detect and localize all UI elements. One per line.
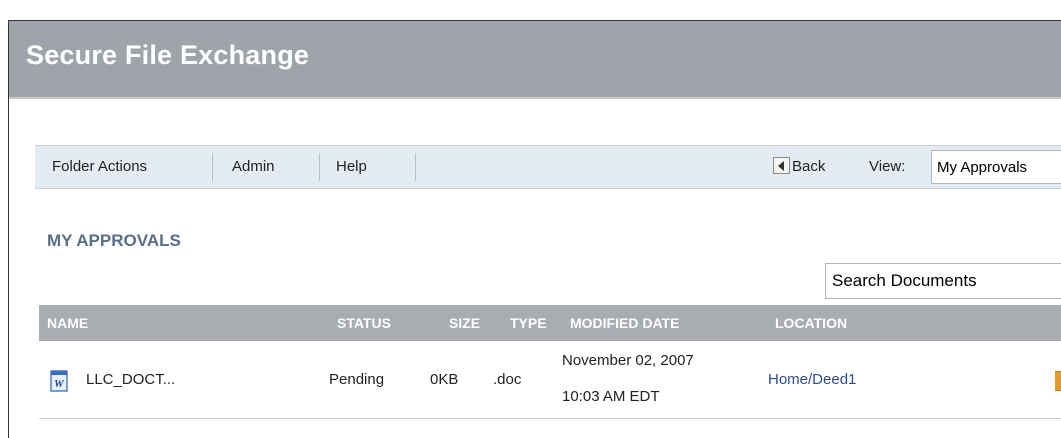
column-header-size[interactable]: SIZE bbox=[449, 305, 480, 341]
folder-action-icon[interactable] bbox=[1055, 371, 1061, 391]
file-name[interactable]: LLC_DOCT... bbox=[86, 371, 175, 388]
modified-date: November 02, 2007 bbox=[562, 352, 694, 369]
column-header-location[interactable]: LOCATION bbox=[775, 305, 847, 341]
menu-separator bbox=[415, 153, 416, 181]
file-size: 0KB bbox=[430, 371, 459, 388]
menu-help[interactable]: Help bbox=[336, 146, 367, 188]
app-title: Secure File Exchange bbox=[26, 40, 310, 70]
location-link[interactable]: Home/Deed1 bbox=[768, 371, 856, 388]
back-arrow-icon bbox=[773, 157, 790, 174]
menu-separator bbox=[319, 153, 320, 181]
column-header-name[interactable]: NAME bbox=[47, 305, 88, 341]
menu-admin[interactable]: Admin bbox=[232, 146, 275, 188]
menu-separator bbox=[212, 153, 213, 181]
column-header-modified-date[interactable]: MODIFIED DATE bbox=[570, 305, 679, 341]
column-header-type[interactable]: TYPE bbox=[510, 305, 547, 341]
word-document-icon: W bbox=[50, 370, 68, 392]
back-label: Back bbox=[792, 158, 826, 175]
view-select[interactable]: My Approvals bbox=[931, 150, 1061, 184]
back-button[interactable]: Back bbox=[773, 146, 825, 188]
title-bar: Secure File Exchange bbox=[9, 21, 1061, 99]
svg-text:W: W bbox=[54, 378, 65, 390]
app-window: Secure File Exchange Folder Actions Admi… bbox=[8, 20, 1061, 438]
menu-bar: Folder Actions Admin Help Back View: My … bbox=[35, 145, 1061, 189]
file-type: .doc bbox=[493, 371, 522, 388]
page-title: MY APPROVALS bbox=[47, 231, 181, 250]
menu-folder-actions[interactable]: Folder Actions bbox=[52, 146, 147, 188]
search-input[interactable]: Search Documents bbox=[825, 263, 1061, 299]
table-row[interactable]: W LLC_DOCT... Pending 0KB .doc November … bbox=[39, 342, 1061, 419]
view-label: View: bbox=[869, 158, 906, 175]
file-status: Pending bbox=[329, 371, 385, 388]
table-header: NAME STATUS SIZE TYPE MODIFIED DATE LOCA… bbox=[39, 305, 1061, 341]
modified-time: 10:03 AM EDT bbox=[562, 388, 660, 405]
column-header-status[interactable]: STATUS bbox=[337, 305, 391, 341]
